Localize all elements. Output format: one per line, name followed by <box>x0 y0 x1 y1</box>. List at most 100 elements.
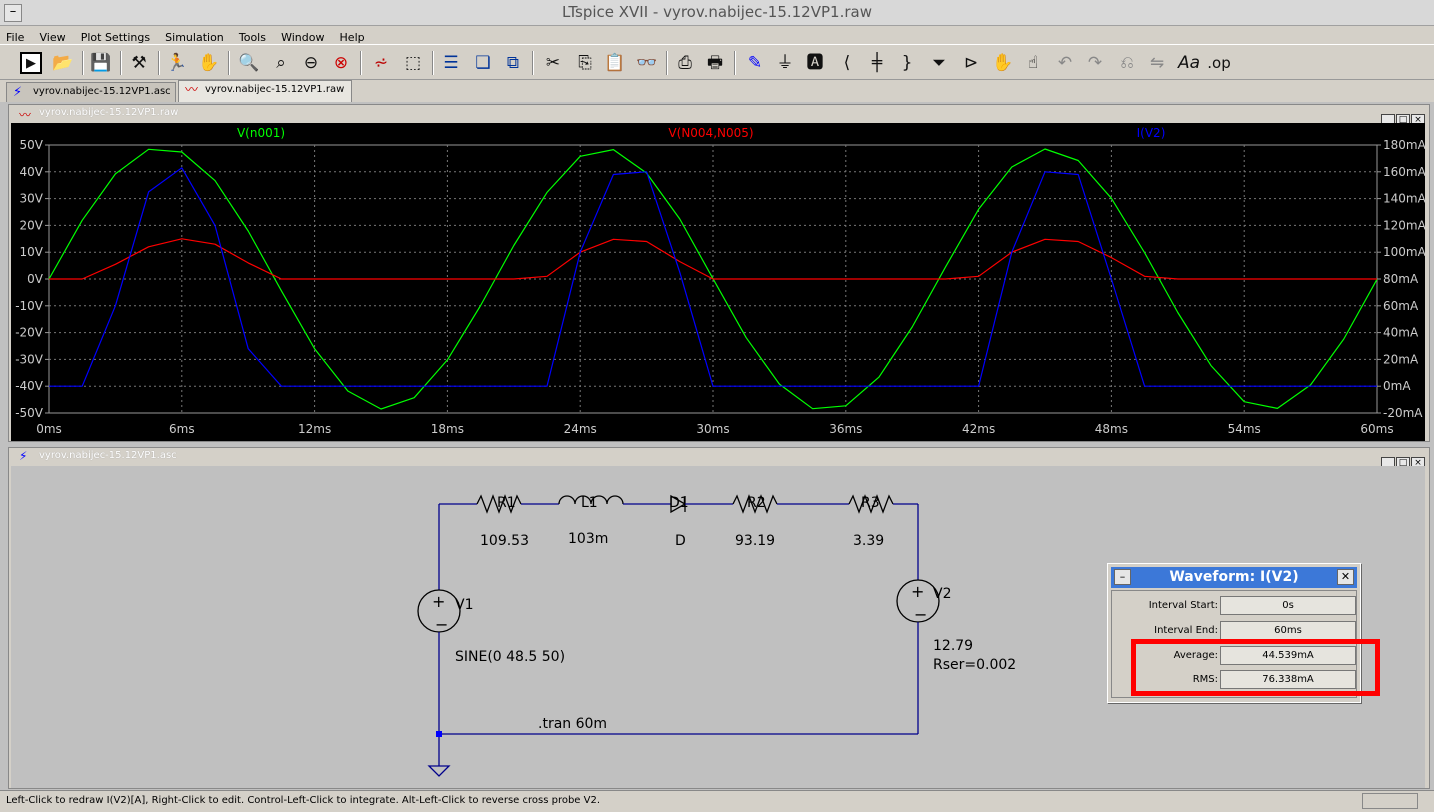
zoom-in-icon[interactable]: 🔍 <box>236 50 262 76</box>
plot-window-title: vyrov.nabijec-15.12VP1.raw <box>39 107 179 118</box>
x-tick-label: 0ms <box>36 422 62 436</box>
cut-icon[interactable]: ✂ <box>540 50 566 76</box>
redo-icon[interactable]: ↷ <box>1082 50 1108 76</box>
menu-help[interactable]: Help <box>334 29 369 44</box>
menu-simulation[interactable]: Simulation <box>159 29 228 44</box>
status-text: Left-Click to redraw I(V2)[A], Right-Cli… <box>6 795 601 806</box>
x-tick-label: 24ms <box>564 422 597 436</box>
inductor-icon[interactable]: } <box>894 50 920 76</box>
v2-rser[interactable]: Rser=0.002 <box>933 657 1016 673</box>
zoom-out-icon[interactable]: ⊖ <box>298 50 324 76</box>
menu-bar: File View Plot Settings Simulation Tools… <box>0 26 1434 44</box>
y-tick-label-right: -20mA <box>1383 406 1423 420</box>
r3-ref[interactable]: R3 <box>861 495 880 511</box>
tile-windows-icon[interactable]: ⧉ <box>500 50 526 76</box>
d1-value[interactable]: D <box>675 533 686 549</box>
zoom-area-icon[interactable]: ⌕ <box>268 50 294 76</box>
menu-tools[interactable]: Tools <box>233 29 270 44</box>
trace-label-iv2[interactable]: I(V2) <box>1137 126 1166 140</box>
menu-plot-settings[interactable]: Plot Settings <box>75 29 154 44</box>
v1-value[interactable]: SINE(0 48.5 50) <box>455 649 565 665</box>
svg-text:+: + <box>911 582 924 601</box>
mirror-icon[interactable]: ⇋ <box>1144 50 1170 76</box>
label-icon[interactable]: 🅰 <box>802 50 828 76</box>
v1-ref[interactable]: V1 <box>455 597 473 613</box>
y-tick-label-left: 50V <box>20 138 44 152</box>
waveform-plot[interactable]: 0ms 6ms 12ms 18ms 24ms 30ms 36ms 42ms 48ms 54ms 60… <box>11 123 1425 441</box>
interval-start-label: Interval Start: <box>1148 600 1218 611</box>
x-tick-label: 30ms <box>696 422 729 436</box>
close-button[interactable]: ✕ <box>1337 569 1354 585</box>
resistor-icon[interactable]: ⟨ <box>834 50 860 76</box>
pan-icon[interactable]: ✋ <box>196 50 222 76</box>
y-tick-label-right: 120mA <box>1383 218 1425 232</box>
tile-waveforms-icon[interactable]: ⩫ <box>368 50 394 76</box>
rotate-icon[interactable]: ⎌ <box>1114 50 1140 76</box>
y-tick-label-right: 40mA <box>1383 326 1419 340</box>
plot-window: 〰 vyrov.nabijec-15.12VP1.raw _ □ × 0ms 6ms 1… <box>8 104 1430 442</box>
ground-icon[interactable]: ⏚ <box>772 50 798 76</box>
text-icon[interactable]: Aa <box>1176 50 1202 76</box>
autorange-icon[interactable]: ⬚ <box>400 50 426 76</box>
open-icon[interactable]: 📂 <box>50 50 76 76</box>
menu-window[interactable]: Window <box>275 29 328 44</box>
print-icon[interactable]: 🖶 <box>702 50 728 76</box>
x-tick-label: 42ms <box>962 422 995 436</box>
r1-ref[interactable]: R1 <box>497 495 516 511</box>
diode-icon[interactable]: ⏷ <box>926 50 952 76</box>
spice-directive-icon[interactable]: .op <box>1206 50 1232 76</box>
print-setup-icon[interactable]: ⎙ <box>672 50 698 76</box>
r2-ref[interactable]: R2 <box>747 495 766 511</box>
r1-value[interactable]: 109.53 <box>480 533 529 549</box>
x-tick-label: 6ms <box>169 422 195 436</box>
y-tick-label-left: 30V <box>20 192 44 206</box>
menu-view[interactable]: View <box>34 29 70 44</box>
wire-icon[interactable]: ✎ <box>742 50 768 76</box>
save-icon[interactable]: 💾 <box>88 50 114 76</box>
find-icon[interactable]: 👓 <box>634 50 660 76</box>
svg-text:+: + <box>432 592 445 611</box>
tab-schematic[interactable]: ⚡ vyrov.nabijec-15.12VP1.asc <box>6 82 176 102</box>
copy-icon[interactable]: ⎘ <box>572 50 598 76</box>
y-tick-label-right: 100mA <box>1383 245 1425 259</box>
y-tick-label-right: 20mA <box>1383 352 1419 366</box>
l1-value[interactable]: 103m <box>568 531 608 547</box>
d1-ref[interactable]: D1 <box>669 495 689 511</box>
r2-value[interactable]: 93.19 <box>735 533 775 549</box>
component-icon[interactable]: ⊳ <box>958 50 984 76</box>
y-tick-label-left: 0V <box>27 272 44 286</box>
halt-icon[interactable]: 🏃 <box>164 50 190 76</box>
tile-horizontal-icon[interactable]: ☰ <box>438 50 464 76</box>
trace-label-vn004n005[interactable]: V(N004,N005) <box>668 126 753 140</box>
y-tick-label-left: 40V <box>20 165 44 179</box>
interval-end-field[interactable]: 60ms <box>1220 621 1356 640</box>
capacitor-icon[interactable]: ╪ <box>864 50 890 76</box>
document-tabs: ⚡ vyrov.nabijec-15.12VP1.asc 〰 vyrov.nab… <box>0 80 1434 102</box>
trace-label-vn001[interactable]: V(n001) <box>237 126 285 140</box>
waveform-chart[interactable]: 0ms 6ms 12ms 18ms 24ms 30ms 36ms 42ms 48ms 54ms 60… <box>11 123 1425 441</box>
x-tick-label: 18ms <box>431 422 464 436</box>
run-icon[interactable]: ▶ <box>20 52 42 74</box>
y-tick-label-right: 80mA <box>1383 272 1419 286</box>
status-panel <box>1362 793 1418 809</box>
y-tick-label-right: 180mA <box>1383 138 1425 152</box>
tab-waveform[interactable]: 〰 vyrov.nabijec-15.12VP1.raw <box>178 80 352 102</box>
move-icon[interactable]: ✋ <box>990 50 1016 76</box>
control-panel-icon[interactable]: ⚒ <box>126 50 152 76</box>
menu-file[interactable]: File <box>0 29 28 44</box>
plot-window-titlebar: 〰 vyrov.nabijec-15.12VP1.raw _ □ × <box>9 105 1429 127</box>
cascade-icon[interactable]: ❏ <box>470 50 496 76</box>
drag-icon[interactable]: ☝ <box>1020 50 1046 76</box>
undo-icon[interactable]: ↶ <box>1052 50 1078 76</box>
r3-value[interactable]: 3.39 <box>853 533 884 549</box>
paste-icon[interactable]: 📋 <box>602 50 628 76</box>
v2-ref[interactable]: V2 <box>933 586 951 602</box>
y-tick-label-right: 140mA <box>1383 192 1425 206</box>
tran-directive[interactable]: .tran 60m <box>538 716 607 732</box>
interval-start-field[interactable]: 0s <box>1220 596 1356 615</box>
zoom-fit-icon[interactable]: ⊗ <box>328 50 354 76</box>
y-tick-label-left: 10V <box>20 245 44 259</box>
interval-end-label: Interval End: <box>1154 625 1218 636</box>
v2-value[interactable]: 12.79 <box>933 638 973 654</box>
l1-ref[interactable]: L1 <box>581 495 598 511</box>
